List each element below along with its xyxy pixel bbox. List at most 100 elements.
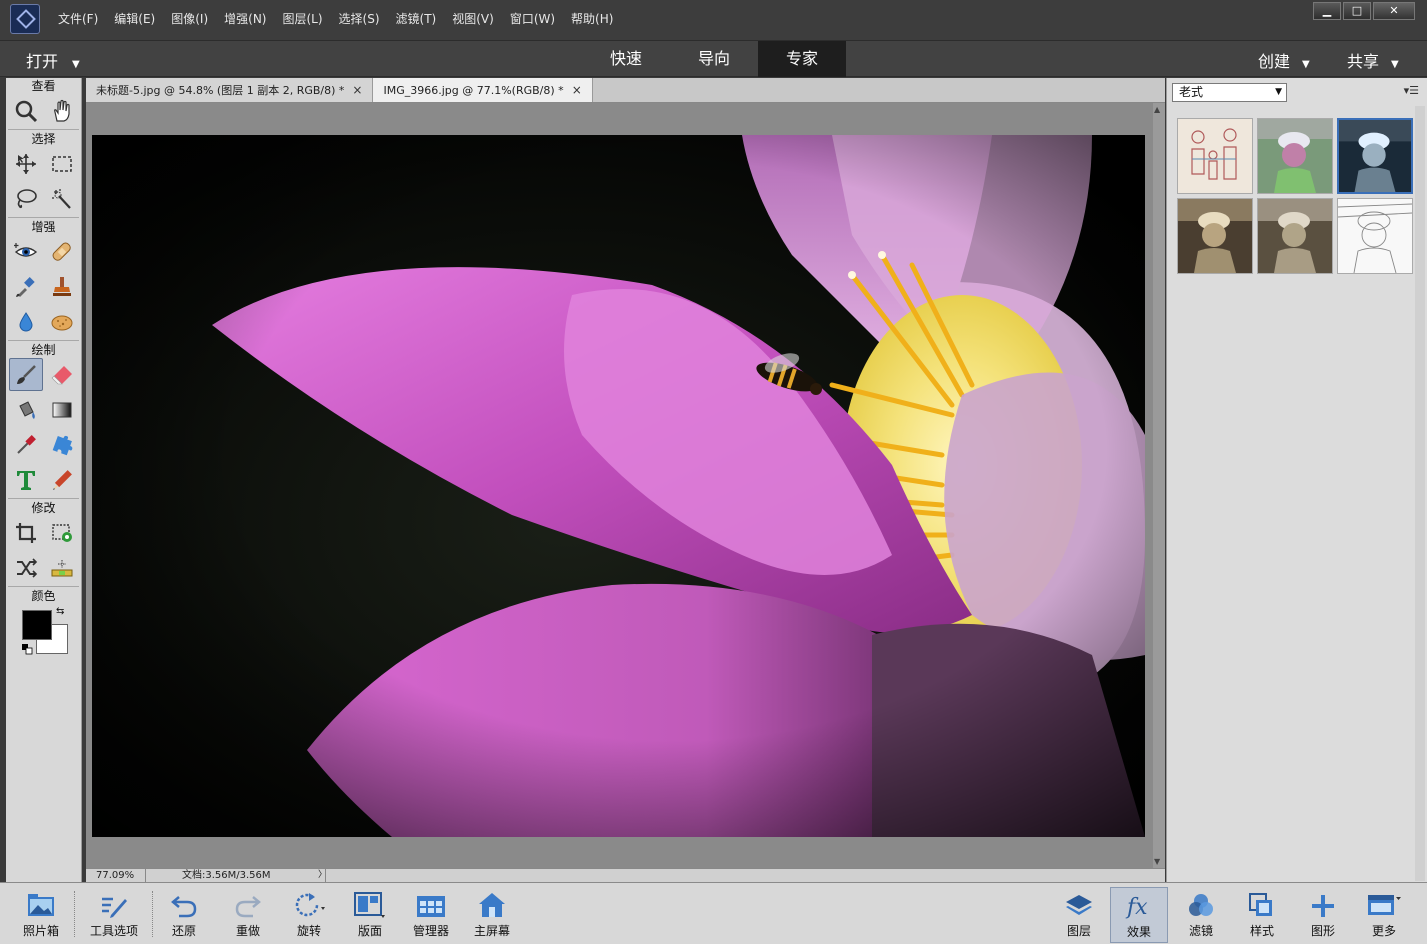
close-icon[interactable]: ×	[352, 83, 362, 97]
filters-button[interactable]: 滤镜	[1171, 887, 1231, 943]
magic-wand-icon	[51, 188, 71, 209]
type-tool[interactable]	[9, 463, 43, 496]
menu-view[interactable]: 视图(V)	[444, 10, 502, 28]
menu-enhance[interactable]: 增强(N)	[216, 10, 274, 28]
default-colors-icon[interactable]	[22, 644, 33, 655]
straighten-tool[interactable]	[45, 551, 79, 584]
redo-button[interactable]: 重做	[218, 887, 278, 943]
organizer-button[interactable]: 管理器	[401, 887, 461, 943]
eyedropper-icon	[16, 434, 36, 454]
blur-tool[interactable]	[9, 305, 43, 338]
window-controls: ▁ □ ✕	[1313, 2, 1415, 20]
spot-healing-tool[interactable]	[45, 235, 79, 268]
share-button[interactable]: 共享 ▼	[1347, 48, 1399, 72]
more-label: 更多	[1371, 924, 1396, 938]
doc-tab-img3966[interactable]: IMG_3966.jpg @ 77.1%(RGB/8) * ×	[373, 78, 593, 102]
tab-expert[interactable]: 专家	[758, 41, 846, 77]
effect-thumb-sketch-color[interactable]	[1177, 118, 1253, 194]
effect-thumb-pencil-sketch[interactable]	[1337, 198, 1413, 274]
eraser-icon	[51, 365, 72, 384]
smart-brush-tool[interactable]	[9, 270, 43, 303]
create-label: 创建	[1258, 52, 1291, 71]
eraser-tool[interactable]	[45, 358, 79, 391]
tool-options-label: 工具选项	[89, 924, 138, 938]
paint-bucket-icon	[18, 400, 35, 419]
home-screen-label: 主屏幕	[473, 924, 510, 938]
rotate-button[interactable]: 旋转	[279, 887, 339, 943]
image-canvas[interactable]	[92, 135, 1145, 837]
red-eye-tool[interactable]	[9, 235, 43, 268]
more-button[interactable]: 更多	[1354, 887, 1414, 943]
zoom-tool[interactable]	[9, 94, 43, 127]
recompose-tool[interactable]	[45, 516, 79, 549]
tab-quick[interactable]: 快速	[582, 41, 670, 77]
close-button[interactable]: ✕	[1373, 2, 1415, 20]
menu-help[interactable]: 帮助(H)	[563, 10, 621, 28]
hand-tool[interactable]	[45, 94, 79, 127]
layout-icon	[354, 892, 385, 918]
rotate-icon	[295, 893, 325, 917]
swap-colors-icon[interactable]: ⇆	[56, 606, 64, 617]
menu-window[interactable]: 窗口(W)	[502, 10, 563, 28]
svg-text:fx: fx	[1125, 895, 1148, 920]
menu-file[interactable]: 文件(F)	[50, 10, 106, 28]
brush-tool[interactable]	[8, 358, 43, 391]
content-aware-move-tool[interactable]	[9, 551, 43, 584]
photo-bin-button[interactable]: 照片箱	[11, 887, 71, 943]
effect-thumb-blue-dark[interactable]	[1337, 118, 1413, 194]
status-menu-icon[interactable]: 〉	[318, 869, 327, 882]
layers-button[interactable]: 图层	[1049, 887, 1109, 943]
layers-icon	[1066, 895, 1092, 915]
tab-guided[interactable]: 导向	[670, 41, 758, 77]
paint-bucket-tool[interactable]	[9, 393, 43, 426]
maximize-button[interactable]: □	[1343, 2, 1371, 20]
create-button[interactable]: 创建 ▼	[1258, 48, 1310, 72]
doc-tab-untitled[interactable]: 未标题-5.jpg @ 54.8% (图层 1 副本 2, RGB/8) * ×	[86, 78, 374, 102]
quick-selection-tool[interactable]	[45, 182, 79, 215]
effect-thumb-sepia-warm[interactable]	[1177, 198, 1253, 274]
scroll-up-icon[interactable]: ▲	[1154, 105, 1160, 114]
type-icon	[16, 470, 35, 490]
menu-image[interactable]: 图像(I)	[163, 10, 216, 28]
panel-menu-icon[interactable]: ▾☰	[1404, 84, 1419, 97]
graphics-button[interactable]: 图形	[1293, 887, 1353, 943]
undo-button[interactable]: 还原	[154, 887, 214, 943]
menu-edit[interactable]: 编辑(E)	[106, 10, 163, 28]
pencil-tool[interactable]	[45, 463, 79, 496]
clone-stamp-tool[interactable]	[45, 270, 79, 303]
tool-options-button[interactable]: 工具选项	[84, 887, 144, 943]
doc-tab-title: IMG_3966.jpg @ 77.1%(RGB/8) *	[383, 83, 564, 97]
zoom-level-field[interactable]: 77.09%	[86, 869, 146, 883]
more-icon	[1368, 895, 1401, 915]
panel-scrollbar[interactable]	[1415, 106, 1425, 881]
effect-thumb-sepia-soft[interactable]	[1257, 198, 1333, 274]
marquee-tool[interactable]	[45, 147, 79, 180]
custom-shape-tool[interactable]	[45, 428, 79, 461]
minimize-button[interactable]: ▁	[1313, 2, 1341, 20]
stamp-icon	[52, 276, 71, 296]
layout-button[interactable]: 版面	[340, 887, 400, 943]
magnifier-icon	[15, 100, 37, 122]
close-icon[interactable]: ×	[572, 83, 582, 97]
scroll-down-icon[interactable]: ▼	[1154, 857, 1160, 866]
menu-select[interactable]: 选择(S)	[331, 10, 388, 28]
effect-thumb-tinted-green[interactable]	[1257, 118, 1333, 194]
eyedropper-tool[interactable]	[9, 428, 43, 461]
menu-filter[interactable]: 滤镜(T)	[388, 10, 445, 28]
home-screen-button[interactable]: 主屏幕	[462, 887, 522, 943]
vertical-scrollbar[interactable]: ▲ ▼	[1153, 103, 1165, 868]
menu-layer[interactable]: 图层(L)	[274, 10, 330, 28]
sponge-tool[interactable]	[45, 305, 79, 338]
foreground-color-swatch[interactable]	[22, 610, 52, 640]
crop-tool[interactable]	[9, 516, 43, 549]
lasso-tool[interactable]	[9, 182, 43, 215]
move-tool[interactable]	[9, 147, 43, 180]
effect-category-select[interactable]: 老式 ▼	[1172, 83, 1287, 102]
app-logo-icon[interactable]	[10, 4, 40, 34]
gradient-tool[interactable]	[45, 393, 79, 426]
effects-button[interactable]: fx 效果	[1110, 887, 1168, 943]
rotate-label: 旋转	[296, 924, 321, 938]
recompose-icon	[51, 523, 72, 542]
open-button[interactable]: 打开 ▼	[26, 48, 80, 72]
styles-button[interactable]: 样式	[1232, 887, 1292, 943]
